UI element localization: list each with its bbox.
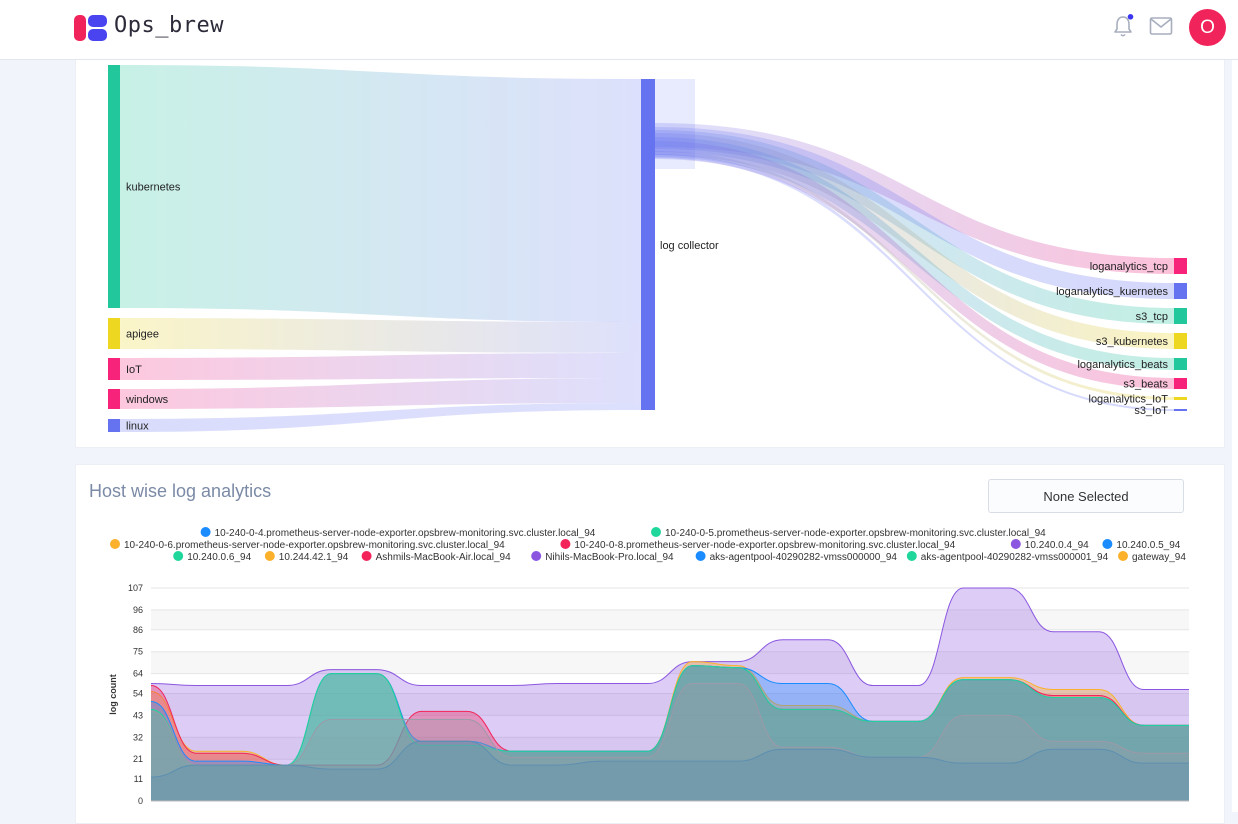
sankey-node-loganalytics_tcp: [1174, 258, 1187, 274]
legend-marker: [173, 551, 184, 561]
sankey-node-s3_IoT: [1174, 409, 1187, 411]
legend-marker: [264, 551, 275, 561]
y-tick-label: 32: [133, 732, 143, 742]
notification-bell-icon[interactable]: [1112, 14, 1134, 38]
y-tick-label: 64: [133, 669, 143, 679]
sankey-node-s3_beats: [1174, 378, 1187, 389]
top-navbar: Ops_brew O: [0, 0, 1238, 60]
sankey-link: [120, 65, 641, 322]
sankey-link: [120, 353, 641, 380]
log-flow-sankey: kubernetes apigee IoT windows linux log colle…: [108, 65, 1187, 433]
y-tick-label: 43: [133, 710, 143, 720]
legend-label: 10-240-0-4.prometheus-server-node-export…: [215, 528, 596, 539]
legend-marker: [560, 539, 571, 549]
y-tick-label: 75: [133, 647, 143, 657]
legend-marker: [110, 539, 120, 549]
host-log-analytics-card: Host wise log analytics None Selected 10…: [75, 464, 1225, 824]
sankey-target-label: s3_kubernetes: [1096, 336, 1169, 348]
sankey-node-loganalytics_kuernetes: [1174, 283, 1187, 299]
y-tick-label: 96: [133, 605, 143, 615]
legend-label: Ashmils-MacBook-Air.local_94: [376, 552, 511, 563]
legend-marker: [906, 551, 917, 561]
legend-marker: [361, 551, 372, 561]
sankey-node-loganalytics_IoT: [1174, 397, 1187, 400]
user-avatar[interactable]: O: [1189, 9, 1226, 46]
sankey-node-kubernetes: [108, 65, 120, 308]
sankey-source-label: kubernetes: [126, 182, 181, 194]
legend-marker: [651, 527, 661, 537]
sankey-node-s3_tcp: [1174, 308, 1187, 324]
sankey-target-label: s3_IoT: [1134, 405, 1168, 417]
scrollbar-track[interactable]: [1232, 60, 1238, 812]
legend-label: 10.240.0.5_94: [1116, 540, 1180, 551]
legend-label: 10.240.0.4_94: [1025, 540, 1089, 551]
sankey-target-label: loganalytics_kuernetes: [1056, 286, 1168, 298]
sankey-node-linux: [108, 419, 120, 432]
sankey-target-label: loganalytics_tcp: [1090, 261, 1168, 273]
legend-label: 10-240-0-5.prometheus-server-node-export…: [665, 528, 1046, 539]
sankey-target-label: s3_beats: [1123, 379, 1168, 391]
sankey-link: [655, 79, 695, 169]
mail-icon[interactable]: [1149, 16, 1173, 36]
legend-marker: [1118, 551, 1128, 561]
legend-label: 10-240-0-6.prometheus-server-node-export…: [124, 540, 505, 551]
y-tick-label: 0: [138, 796, 143, 806]
sankey-source-label: IoT: [126, 364, 142, 376]
app-name: Ops_brew: [114, 13, 224, 38]
sankey-node-windows: [108, 389, 120, 409]
y-tick-label: 21: [133, 754, 143, 764]
sankey-node-loganalytics_beats: [1174, 358, 1187, 370]
sankey-target-label: loganalytics_beats: [1077, 359, 1168, 371]
sankey-node-apigee: [108, 318, 120, 349]
legend-label: Nihils-MacBook-Pro.local_94: [545, 552, 674, 563]
sankey-source-label: linux: [126, 421, 149, 433]
plot-band: [151, 588, 1189, 610]
legend-label: 10.240.0.6_94: [187, 552, 251, 563]
app-logo: [74, 15, 107, 41]
sankey-node-IoT: [108, 358, 120, 380]
legend-marker: [695, 551, 706, 561]
legend-label: gateway_94: [1132, 552, 1186, 563]
sankey-node-log-collector: [641, 79, 655, 410]
y-tick-label: 54: [133, 689, 143, 699]
legend-label: aks-agentpool-40290282-vmss000001_94: [921, 552, 1109, 563]
legend-marker: [200, 527, 211, 537]
y-axis-label: log count: [108, 674, 118, 715]
sankey-source-label: windows: [125, 394, 169, 406]
sankey-hub-label: log collector: [660, 240, 719, 252]
legend-label: aks-agentpool-40290282-vmss000000_94: [710, 552, 898, 563]
sankey-target-label: s3_tcp: [1136, 311, 1168, 323]
legend-marker: [531, 551, 542, 561]
y-tick-label: 86: [133, 625, 143, 635]
legend-label: 10.244.42.1_94: [279, 552, 349, 563]
legend-marker: [1102, 539, 1113, 549]
log-flow-sankey-card: kubernetes apigee IoT windows linux log colle…: [75, 60, 1225, 448]
sankey-link: [120, 318, 641, 353]
sankey-source-label: apigee: [126, 329, 159, 341]
legend-label: 10-240-0-8.prometheus-server-node-export…: [574, 540, 955, 551]
log-count-area-chart: 10-240-0-4.prometheus-server-node-export…: [108, 527, 1189, 806]
y-tick-label: 107: [128, 583, 143, 593]
legend-marker: [1010, 539, 1021, 549]
sankey-node-s3_kubernetes: [1174, 333, 1187, 349]
y-tick-label: 11: [134, 774, 143, 784]
sankey-target-label: loganalytics_IoT: [1089, 394, 1169, 406]
